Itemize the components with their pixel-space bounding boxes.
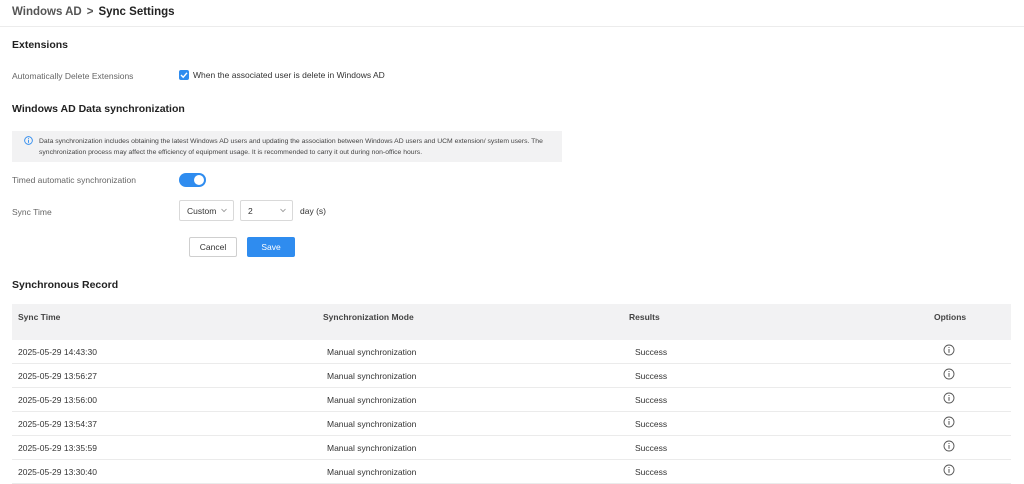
result-cell: Success <box>635 467 668 477</box>
column-header-sync-mode: Synchronization Mode <box>323 312 414 322</box>
sync-mode-cell: Manual synchronization <box>327 371 417 381</box>
sync-interval-value: 2 <box>248 206 253 216</box>
info-circle-icon[interactable] <box>943 440 955 452</box>
sync-interval-select[interactable]: 2 <box>240 200 293 221</box>
result-cell: Success <box>635 395 668 405</box>
result-cell: Success <box>635 347 668 357</box>
info-circle-icon[interactable] <box>943 344 955 356</box>
sync-mode-cell: Manual synchronization <box>327 419 417 429</box>
table-row: 2025-05-29 13:56:27 Manual synchronizati… <box>12 364 1011 388</box>
table-row: 2025-05-29 13:30:40 Manual synchronizati… <box>12 460 1011 484</box>
sync-mode-cell: Manual synchronization <box>327 467 417 477</box>
table-row: 2025-05-29 13:54:37 Manual synchronizati… <box>12 412 1011 436</box>
info-circle-icon[interactable] <box>943 464 955 476</box>
notice-text: Data synchronization includes obtaining … <box>39 138 543 156</box>
sync-mode-cell: Manual synchronization <box>327 443 417 453</box>
records-title: Synchronous Record <box>12 279 119 291</box>
timed-sync-toggle[interactable] <box>179 173 206 187</box>
column-header-sync-time: Sync Time <box>18 312 61 322</box>
info-circle-icon[interactable] <box>943 416 955 428</box>
sync-record-table: Sync Time Synchronization Mode Results O… <box>12 304 1011 484</box>
sync-time-label: Sync Time <box>12 207 52 217</box>
breadcrumb-parent[interactable]: Windows AD <box>12 6 82 18</box>
sync-time-cell: 2025-05-29 13:54:37 <box>18 419 97 429</box>
page-header: Windows AD > Sync Settings <box>0 0 1024 27</box>
info-circle-icon[interactable] <box>943 368 955 380</box>
auto-delete-checkbox[interactable] <box>179 70 189 80</box>
chevron-down-icon <box>221 208 227 213</box>
auto-delete-label: Automatically Delete Extensions <box>12 71 134 81</box>
sync-mode-cell: Manual synchronization <box>327 347 417 357</box>
sync-time-cell: 2025-05-29 13:35:59 <box>18 443 97 453</box>
sync-mode-cell: Manual synchronization <box>327 395 417 405</box>
sync-time-cell: 2025-05-29 13:30:40 <box>18 467 97 477</box>
info-icon <box>24 136 33 145</box>
table-row: 2025-05-29 14:43:30 Manual synchronizati… <box>12 340 1011 364</box>
result-cell: Success <box>635 443 668 453</box>
breadcrumb: Windows AD > Sync Settings <box>12 6 175 18</box>
result-cell: Success <box>635 371 668 381</box>
checkmark-icon <box>180 72 188 79</box>
chevron-down-icon <box>280 208 286 213</box>
extensions-title: Extensions <box>12 39 69 51</box>
result-cell: Success <box>635 419 668 429</box>
sync-time-cell: 2025-05-29 13:56:00 <box>18 395 97 405</box>
sync-title: Windows AD Data synchronization <box>12 103 185 115</box>
table-row: 2025-05-29 13:56:00 Manual synchronizati… <box>12 388 1011 412</box>
sync-notice: Data synchronization includes obtaining … <box>12 131 562 162</box>
breadcrumb-current: Sync Settings <box>98 6 175 18</box>
timed-sync-label: Timed automatic synchronization <box>12 175 136 185</box>
table-header: Sync Time Synchronization Mode Results O… <box>12 304 1011 340</box>
info-circle-icon[interactable] <box>943 392 955 404</box>
sync-mode-value: Custom <box>187 206 217 216</box>
sync-time-cell: 2025-05-29 14:43:30 <box>18 347 97 357</box>
breadcrumb-separator: > <box>86 6 94 18</box>
column-header-results: Results <box>629 312 660 322</box>
sync-mode-select[interactable]: Custom <box>179 200 234 221</box>
sync-time-cell: 2025-05-29 13:56:27 <box>18 371 97 381</box>
save-button[interactable]: Save <box>247 237 295 257</box>
cancel-button[interactable]: Cancel <box>189 237 237 257</box>
toggle-knob <box>194 175 204 185</box>
table-row: 2025-05-29 13:35:59 Manual synchronizati… <box>12 436 1011 460</box>
interval-unit: day (s) <box>300 206 326 216</box>
column-header-options: Options <box>934 312 967 322</box>
auto-delete-text: When the associated user is delete in Wi… <box>193 70 385 80</box>
